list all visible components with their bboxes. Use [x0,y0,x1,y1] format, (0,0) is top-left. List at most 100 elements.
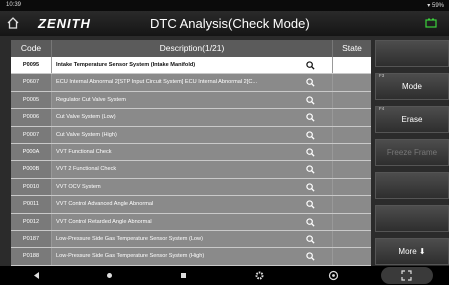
dtc-description-text: VVT Control Retarded Angle Abnormal [56,218,152,225]
scan-icon [401,270,412,281]
dtc-description: Intake Temperature Sensor System (Intake… [52,57,333,74]
dtc-state [333,126,371,143]
dtc-description-text: Low-Pressure Side Gas Temperature Sensor… [56,235,203,242]
search-icon[interactable] [306,148,315,157]
scan-button[interactable] [381,267,433,284]
dtc-code: P0010 [11,178,52,196]
dtc-code: P0006 [11,109,52,126]
dtc-state [333,57,371,74]
dtc-description-text: Cut Valve System (High) [56,131,117,138]
erase-button-label: Erase [401,115,423,124]
table-row[interactable]: P000A VVT Functional Check [11,143,371,162]
blank-button-3 [375,205,449,232]
dtc-code: P000A [11,143,52,161]
search-icon[interactable] [306,113,315,122]
table-row[interactable]: P000B VVT 2 Functional Check [11,161,371,179]
status-icons: ▾ 59% [427,2,444,9]
more-button[interactable]: More ⬇ [375,238,449,265]
system-nav-bar [0,266,449,285]
dtc-code: P000B [11,161,52,178]
search-icon[interactable] [306,61,315,70]
recents-icon[interactable] [178,270,189,281]
table-row[interactable]: P0012 VVT Control Retarded Angle Abnorma… [11,213,371,231]
title-bar: ZENITH DTC Analysis(Check Mode) [0,11,449,36]
dtc-code: P0187 [11,230,52,248]
dtc-description: VVT Functional Check [52,143,333,161]
dtc-description-text: VVT Control Advanced Angle Abnormal [56,201,154,208]
freeze-frame-label: Freeze Frame [386,148,438,157]
search-icon[interactable] [306,235,315,244]
dtc-description: Regulator Cut Valve System [52,91,333,109]
dtc-description: Low-Pressure Side Gas Temperature Sensor… [52,248,333,265]
dtc-description-text: ECU Internal Abnormal 2[STP Input Circui… [56,79,258,86]
dtc-state [333,196,371,213]
table-row[interactable]: P0005 Regulator Cut Valve System [11,91,371,110]
dtc-description-text: Intake Temperature Sensor System (Intake… [56,62,196,68]
dtc-description: Cut Valve System (High) [52,126,333,143]
table-row[interactable]: P0607 ECU Internal Abnormal 2[STP Input … [11,74,371,92]
dtc-description-text: VVT Functional Check [56,148,112,155]
search-icon[interactable] [306,217,315,227]
dtc-description: ECU Internal Abnormal 2[STP Input Circui… [52,74,333,91]
table-row[interactable]: P0006 Cut Valve System (Low) [11,109,371,127]
dtc-description-text: Low-Pressure Side Gas Temperature Sensor… [56,253,205,260]
dtc-code: P0012 [11,213,52,230]
dtc-description-text: Cut Valve System (Low) [56,114,116,121]
mode-button-label: Mode [401,82,422,91]
dtc-code: P0005 [11,91,52,109]
search-icon[interactable] [306,252,315,261]
search-icon[interactable] [306,200,315,209]
search-icon[interactable] [306,78,315,87]
dtc-code: P0095 [11,57,52,74]
dtc-state [333,109,371,126]
table-row[interactable]: P0187 Low-Pressure Side Gas Temperature … [11,230,371,249]
column-state[interactable]: State [333,40,371,57]
search-icon[interactable] [306,96,315,105]
dtc-code: P0007 [11,126,52,143]
dtc-description: VVT Control Advanced Angle Abnormal [52,196,333,213]
more-button-label: More ⬇ [398,247,426,256]
clock: 10:39 [6,2,22,8]
dtc-code: P0011 [11,196,52,213]
table-row[interactable]: P0188 Low-Pressure Side Gas Temperature … [11,248,371,266]
table-body: P0095 Intake Temperature Sensor System (… [11,57,371,266]
search-icon[interactable] [306,165,315,174]
status-bar: 10:39 ▾ 59% [0,0,449,11]
table-row[interactable]: P0007 Cut Valve System (High) [11,126,371,144]
mode-button[interactable]: F3 Mode [375,73,449,100]
table-row[interactable]: P0095 Intake Temperature Sensor System (… [11,57,371,75]
back-icon[interactable] [31,270,42,281]
dtc-description: VVT OCV System [52,178,333,196]
page-title: DTC Analysis(Check Mode) [150,16,310,31]
brand-logo: ZENITH [38,16,91,31]
home-nav-icon[interactable] [104,270,115,281]
function-panel: F3 Mode F4 Erase Freeze Frame More ⬇ [375,36,449,266]
settings-icon[interactable] [254,270,265,281]
dtc-description-text: VVT OCV System [56,183,101,190]
freeze-frame-button[interactable]: Freeze Frame [375,139,449,166]
search-icon[interactable] [306,130,315,140]
dtc-description-text: VVT 2 Functional Check [56,166,117,173]
table-row[interactable]: P0011 VVT Control Advanced Angle Abnorma… [11,196,371,214]
column-code[interactable]: Code [11,40,52,57]
search-icon[interactable] [306,183,315,192]
table-row[interactable]: P0010 VVT OCV System [11,178,371,197]
dtc-description: Low-Pressure Side Gas Temperature Sensor… [52,230,333,248]
dtc-code: P0607 [11,74,52,91]
dtc-state [333,91,371,109]
dtc-code: P0188 [11,248,52,265]
column-description[interactable]: Description(1/21) [52,40,333,57]
vehicle-battery-icon [425,18,437,28]
erase-button[interactable]: F4 Erase [375,106,449,133]
vci-icon[interactable] [328,270,339,281]
wifi-icon: ▾ [427,3,431,9]
battery-level: 59% [431,3,444,9]
f3-key-label: F3 [379,73,385,78]
dtc-state [333,178,371,196]
table-header: Code Description(1/21) State [11,40,371,57]
blank-button-1 [375,40,449,67]
dtc-state [333,143,371,161]
home-icon[interactable] [6,16,20,30]
blank-button-2 [375,172,449,199]
dtc-state [333,213,371,230]
